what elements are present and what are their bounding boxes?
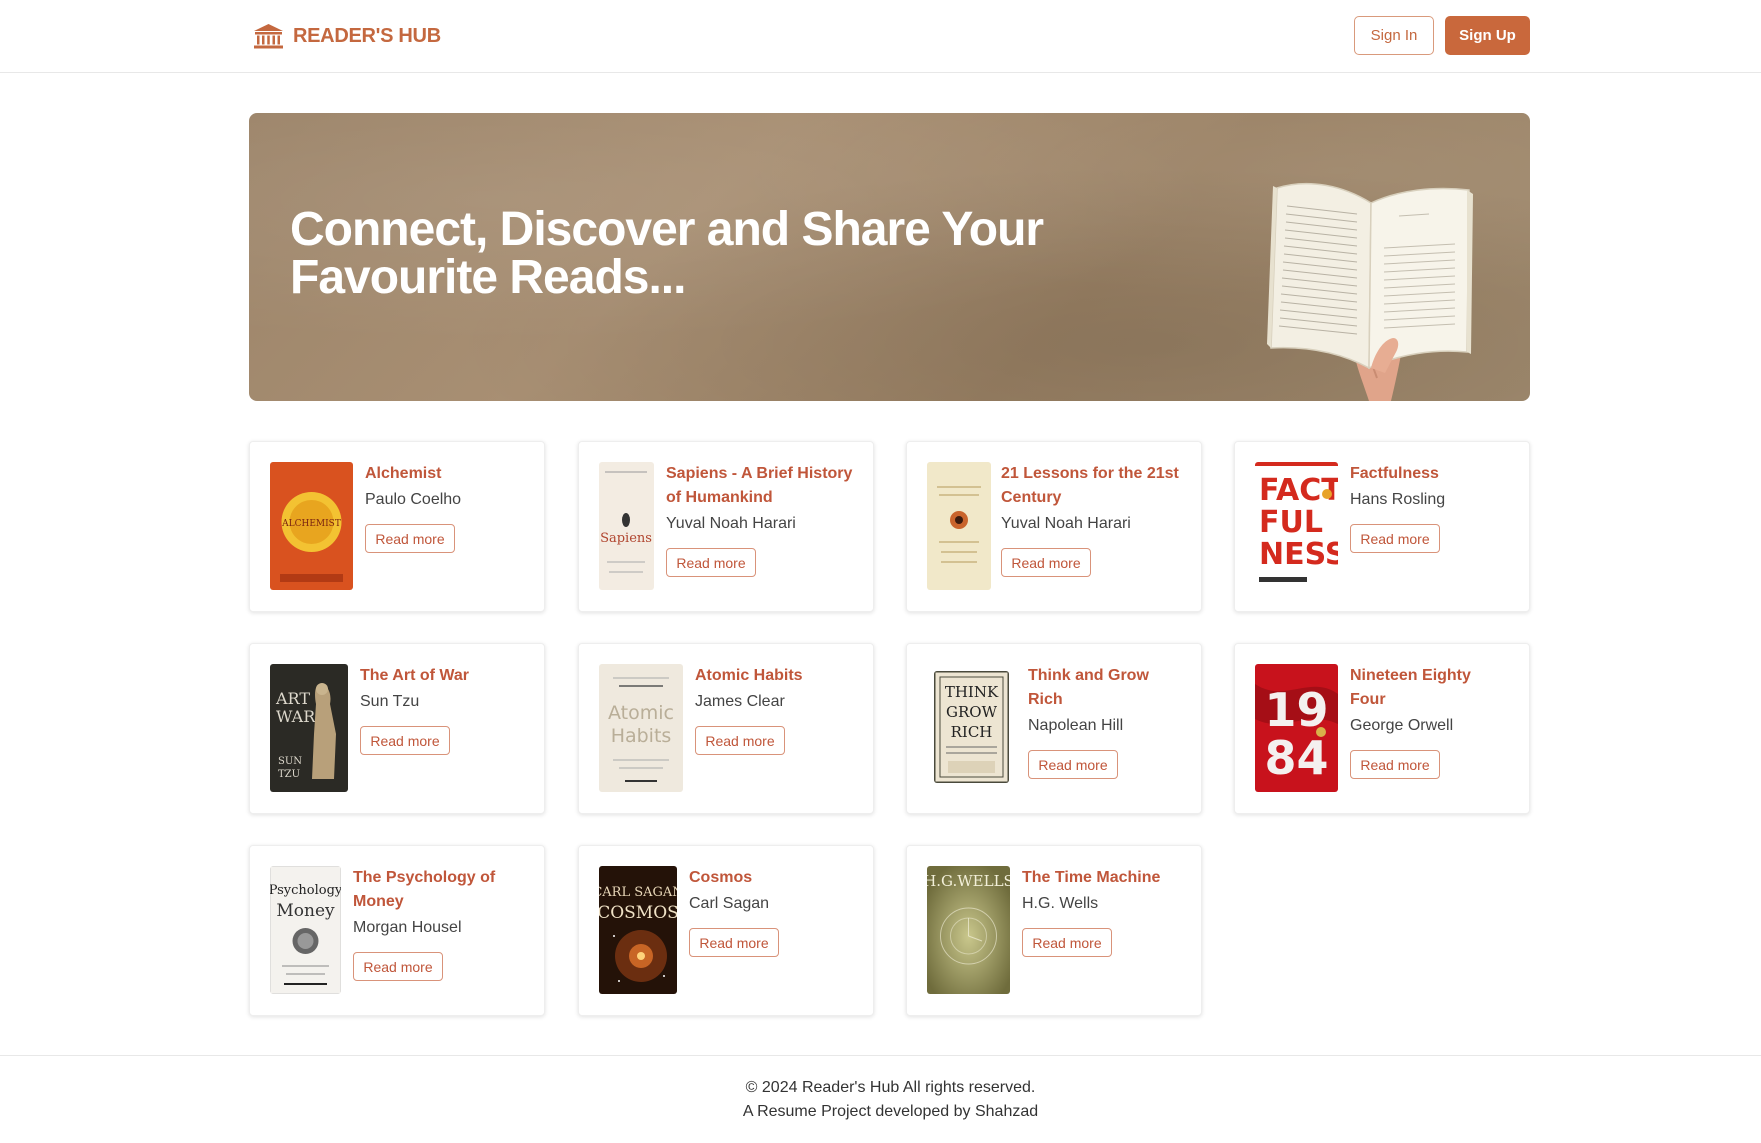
hero-banner: Connect, Discover and Share Your Favouri… — [249, 113, 1530, 401]
book-info: The Time Machine H.G. Wells Read more — [1022, 866, 1189, 957]
book-cover-time-machine[interactable]: H.G.WELLS — [927, 866, 1010, 994]
book-title[interactable]: Alchemist — [365, 462, 532, 486]
sign-up-button[interactable]: Sign Up — [1445, 16, 1530, 55]
book-card-sapiens: Sapiens Sapiens - A Brief History of Hum… — [578, 441, 874, 612]
book-card-atomic-habits: Atomic Habits Atomic Habits James Clear R… — [578, 643, 874, 814]
book-card-think-and-grow-rich: THINK GROW RICH Think and Grow Rich Napole… — [906, 643, 1202, 814]
book-cover-atomic-habits[interactable]: Atomic Habits — [599, 664, 683, 792]
book-cover-21-lessons[interactable] — [927, 462, 991, 590]
book-author: Morgan Housel — [353, 919, 462, 936]
read-more-button[interactable]: Read more — [689, 928, 779, 957]
svg-text:84: 84 — [1264, 731, 1328, 785]
book-cover-art-of-war[interactable]: ART WAR SUN TZU — [270, 664, 348, 792]
book-cover-sapiens[interactable]: Sapiens — [599, 462, 654, 590]
book-card-21-lessons: 21 Lessons for the 21st Century Yuval No… — [906, 441, 1202, 612]
svg-text:ALCHEMIST: ALCHEMIST — [281, 519, 341, 529]
book-card-time-machine: H.G.WELLS The Time Machine H.G. Wells Re… — [906, 845, 1202, 1016]
read-more-button[interactable]: Read more — [1022, 928, 1112, 957]
book-cover-factfulness[interactable]: FACT FUL NESS — [1255, 462, 1338, 590]
book-title[interactable]: 21 Lessons for the 21st Century — [1001, 462, 1189, 510]
sign-in-button[interactable]: Sign In — [1354, 16, 1434, 55]
svg-text:H.G.WELLS: H.G.WELLS — [927, 872, 1010, 890]
book-card-1984: 19 84 Nineteen Eighty Four George Orwell … — [1234, 643, 1530, 814]
book-author: Napolean Hill — [1028, 717, 1124, 734]
read-more-button[interactable]: Read more — [353, 952, 443, 981]
book-author: Paulo Coelho — [365, 491, 462, 508]
svg-text:RICH: RICH — [951, 723, 993, 741]
svg-text:SUN: SUN — [278, 756, 302, 767]
read-more-button[interactable]: Read more — [365, 524, 455, 553]
book-title[interactable]: Cosmos — [689, 866, 861, 890]
book-cover-think-and-grow-rich[interactable]: THINK GROW RICH — [934, 671, 1009, 783]
book-card-alchemist: ALCHEMIST Alchemist Paulo Coelho Read mo… — [249, 441, 545, 612]
book-info: The Art of War Sun Tzu Read more — [360, 664, 532, 755]
read-more-button[interactable]: Read more — [666, 548, 756, 577]
svg-text:Atomic: Atomic — [608, 702, 674, 724]
book-info: Think and Grow Rich Napolean Hill Read m… — [1028, 664, 1189, 779]
book-author: Hans Rosling — [1350, 491, 1446, 508]
book-title[interactable]: The Art of War — [360, 664, 532, 688]
hero-title: Connect, Discover and Share Your Favouri… — [290, 203, 1044, 304]
footer-credit: A Resume Project developed by Shahzad — [742, 1103, 1039, 1120]
book-card-factfulness: FACT FUL NESS Factfulness Hans Rosling Rea… — [1234, 441, 1530, 612]
book-author: Sun Tzu — [360, 693, 420, 710]
read-more-button[interactable]: Read more — [1001, 548, 1091, 577]
svg-text:Habits: Habits — [611, 725, 672, 747]
read-more-button[interactable]: Read more — [1028, 750, 1118, 779]
book-title[interactable]: The Time Machine — [1022, 866, 1189, 890]
read-more-button[interactable]: Read more — [360, 726, 450, 755]
brand-name: READER'S HUB — [293, 24, 441, 47]
svg-text:FUL: FUL — [1259, 505, 1323, 540]
book-cover-cosmos[interactable]: CARL SAGAN COSMOS — [599, 866, 677, 994]
top-navbar: READER'S HUB Sign In Sign Up — [0, 0, 1761, 73]
svg-text:Sapiens: Sapiens — [600, 531, 652, 546]
book-title[interactable]: Think and Grow Rich — [1028, 664, 1158, 712]
book-author: H.G. Wells — [1022, 895, 1099, 912]
page-footer: © 2024 Reader's Hub All rights reserved.… — [0, 1055, 1761, 1143]
open-book-hand-image — [1267, 182, 1473, 401]
svg-text:NESS: NESS — [1259, 537, 1338, 572]
book-title[interactable]: Sapiens - A Brief History of Humankind — [666, 462, 861, 510]
book-cover-psychology-of-money[interactable]: Psychology Money — [270, 866, 341, 994]
book-info: Cosmos Carl Sagan Read more — [689, 866, 861, 957]
svg-text:TZU: TZU — [278, 769, 300, 780]
svg-text:COSMOS: COSMOS — [599, 903, 677, 923]
book-title[interactable]: Nineteen Eighty Four — [1350, 664, 1500, 712]
brand-logo[interactable]: READER'S HUB — [253, 20, 441, 52]
svg-text:ART: ART — [275, 689, 310, 708]
book-cover-alchemist[interactable]: ALCHEMIST — [270, 462, 353, 590]
book-info: Sapiens - A Brief History of Humankind Y… — [666, 462, 861, 577]
book-cover-1984[interactable]: 19 84 — [1255, 664, 1338, 792]
svg-text:GROW: GROW — [946, 703, 998, 721]
book-title[interactable]: Atomic Habits — [695, 664, 861, 688]
book-card-art-of-war: ART WAR SUN TZU The Art of War Sun Tzu Read… — [249, 643, 545, 814]
book-title[interactable]: The Psychology of Money — [353, 866, 532, 914]
book-info: Alchemist Paulo Coelho Read more — [365, 462, 532, 553]
svg-text:THINK: THINK — [945, 683, 999, 701]
book-info: 21 Lessons for the 21st Century Yuval No… — [1001, 462, 1189, 577]
book-card-cosmos: CARL SAGAN COSMOS Cosmos Carl Sagan Read … — [578, 845, 874, 1016]
library-icon — [254, 24, 283, 49]
svg-text:WAR: WAR — [276, 707, 316, 726]
book-author: George Orwell — [1350, 717, 1454, 734]
book-author: Yuval Noah Harari — [1001, 515, 1131, 532]
book-author: Yuval Noah Harari — [666, 515, 796, 532]
svg-text:Psychology: Psychology — [270, 883, 341, 898]
book-author: James Clear — [695, 693, 785, 710]
read-more-button[interactable]: Read more — [695, 726, 785, 755]
read-more-button[interactable]: Read more — [1350, 750, 1440, 779]
book-author: Carl Sagan — [689, 895, 770, 912]
book-info: Atomic Habits James Clear Read more — [695, 664, 861, 755]
footer-copyright: © 2024 Reader's Hub All rights reserved. — [745, 1079, 1036, 1096]
book-title[interactable]: Factfulness — [1350, 462, 1517, 486]
svg-text:CARL SAGAN: CARL SAGAN — [599, 885, 677, 900]
book-card-psychology-of-money: Psychology Money The Psychology of Money … — [249, 845, 545, 1016]
read-more-button[interactable]: Read more — [1350, 524, 1440, 553]
book-info: The Psychology of Money Morgan Housel Re… — [353, 866, 532, 981]
book-info: Factfulness Hans Rosling Read more — [1350, 462, 1517, 553]
svg-text:Money: Money — [276, 901, 335, 921]
book-info: Nineteen Eighty Four George Orwell Read … — [1350, 664, 1517, 779]
